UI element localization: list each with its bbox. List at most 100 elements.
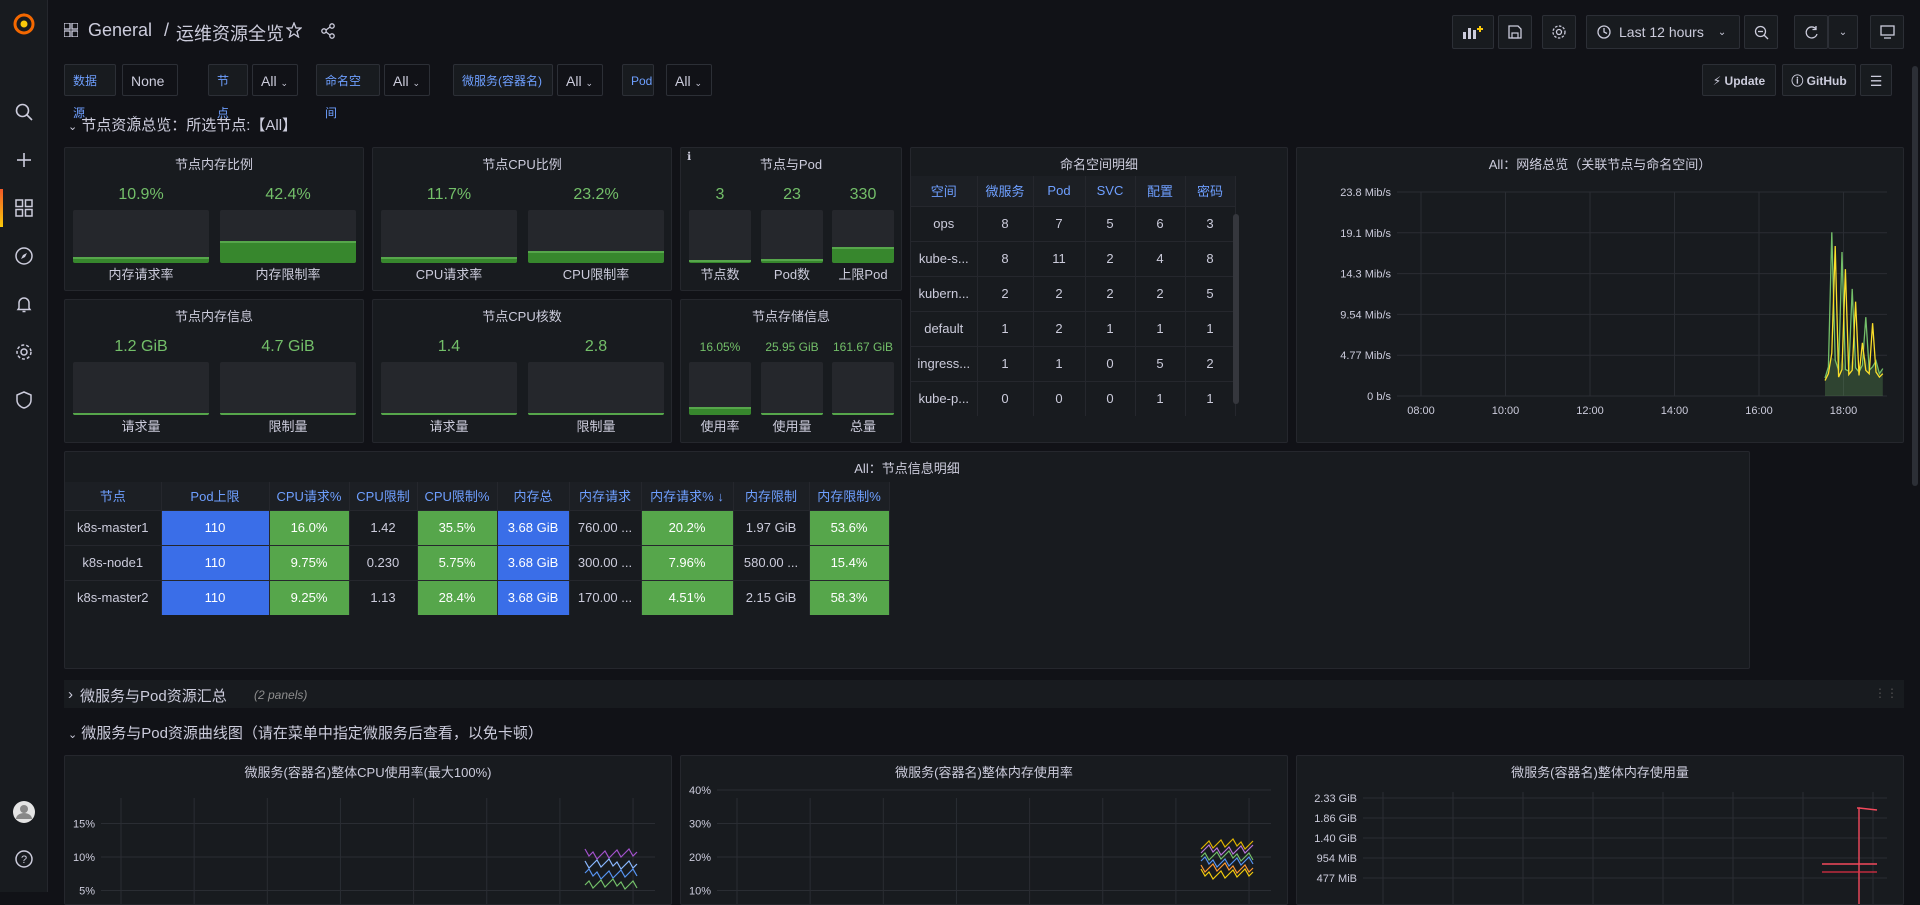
breadcrumb-folder[interactable]: General bbox=[88, 20, 152, 41]
clock-icon bbox=[1597, 25, 1611, 39]
table-scrollbar[interactable] bbox=[1233, 214, 1239, 404]
gauge-fill bbox=[381, 256, 517, 263]
grafana-logo-icon[interactable] bbox=[0, 8, 48, 40]
share-icon[interactable] bbox=[320, 23, 336, 42]
microservice-mem-abs-chart[interactable]: 477 MiB 954 MiB 1.40 GiB 1.86 GiB 2.33 GiB bbox=[1297, 784, 1903, 904]
drag-handle-icon[interactable]: ⋮⋮ bbox=[1874, 686, 1898, 700]
refresh-button[interactable] bbox=[1794, 15, 1828, 49]
table-cell: 8 bbox=[977, 240, 1034, 276]
dashboard-settings-button[interactable] bbox=[1542, 15, 1576, 49]
bar-gauge bbox=[689, 362, 751, 415]
page-scrollbar[interactable] bbox=[1912, 66, 1918, 486]
gauge-value: 10.9% bbox=[118, 186, 164, 203]
table-cell: k8s-master1 bbox=[65, 509, 162, 545]
row-header-microservice-summary[interactable]: › 微服务与Pod资源汇总 (2 panels) ⋮⋮ bbox=[64, 680, 1904, 708]
column-header[interactable]: 内存限制 bbox=[733, 482, 810, 510]
bar-gauge bbox=[761, 210, 823, 263]
explore-compass-icon[interactable] bbox=[0, 240, 48, 272]
table-cell: 8 bbox=[977, 205, 1034, 241]
panel-node-storage-info: 节点存储信息 16.05% 使用率 25.95 GiB 使用量 161.67 G… bbox=[680, 299, 902, 443]
column-header[interactable]: SVC bbox=[1085, 176, 1136, 206]
column-header[interactable]: CPU请求% bbox=[269, 482, 350, 510]
panel-node-and-pod: ℹ 节点与Pod 3 节点数 23 Pod数 330 上限Pod bbox=[680, 147, 902, 291]
shield-icon[interactable] bbox=[0, 384, 48, 416]
user-avatar-icon[interactable] bbox=[0, 796, 48, 828]
column-header[interactable]: 空间 bbox=[911, 176, 978, 206]
table-row: kubern... 2 2 2 2 5 bbox=[911, 275, 1236, 311]
column-header[interactable]: 内存总 bbox=[497, 482, 570, 510]
column-header[interactable]: 内存请求 bbox=[569, 482, 642, 510]
network-chart[interactable]: 0 b/s 4.77 Mib/s 9.54 Mib/s 14.3 Mib/s 19.1 … bbox=[1297, 176, 1903, 442]
var-select-namespace[interactable]: All ⌄ bbox=[384, 64, 430, 96]
column-header[interactable]: 内存请求% ↓ bbox=[641, 482, 734, 510]
column-header[interactable]: 节点 bbox=[65, 482, 162, 510]
tv-mode-button[interactable] bbox=[1870, 15, 1904, 49]
zoom-out-button[interactable] bbox=[1744, 15, 1778, 49]
table-cell: ingress... bbox=[911, 345, 978, 381]
panel-node-detail: All：节点信息明细 节点 Pod上限 CPU请求% CPU限制 CPU限制% 内存总 内存… bbox=[64, 451, 1750, 669]
panel-namespace-detail: 命名空间明细 空间 微服务 Pod SVC 配置 密码 ops 8 7 5 6 3 kube… bbox=[910, 147, 1288, 443]
x-tick-label: 08:00 bbox=[1407, 405, 1435, 417]
chevron-down-icon: ⌄ bbox=[1838, 26, 1848, 38]
gear-icon[interactable] bbox=[0, 336, 48, 368]
sidebar: ? bbox=[0, 0, 48, 892]
gauge-fill bbox=[528, 250, 664, 263]
refresh-interval-dropdown[interactable]: ⌄ bbox=[1828, 15, 1858, 49]
bar-gauge bbox=[381, 210, 517, 263]
dashboards-icon[interactable] bbox=[0, 192, 48, 224]
help-icon[interactable]: ? bbox=[0, 843, 48, 875]
gauge-fill bbox=[832, 412, 894, 415]
row-header-node-overview[interactable]: ⌄ 节点资源总览：所选节点:【All】 bbox=[68, 114, 297, 135]
table-cell: 1 bbox=[1135, 310, 1186, 346]
alerting-bell-icon[interactable] bbox=[0, 288, 48, 320]
column-header[interactable]: 内存限制% bbox=[809, 482, 890, 510]
gauge-label: 限制量 bbox=[576, 419, 616, 434]
column-header[interactable]: 微服务 bbox=[977, 176, 1034, 206]
gauge-value: 23.2% bbox=[573, 186, 619, 203]
search-icon[interactable] bbox=[0, 96, 48, 128]
table-cell: 1.42 bbox=[349, 509, 418, 545]
table-cell: 1 bbox=[1185, 380, 1236, 416]
row-title: 节点资源总览：所选节点:【All】 bbox=[81, 117, 298, 134]
var-select-datasource[interactable]: None ⌄ bbox=[122, 64, 178, 120]
star-icon[interactable] bbox=[285, 21, 303, 41]
column-header[interactable]: 密码 bbox=[1185, 176, 1236, 206]
table-cell: k8s-master2 bbox=[65, 579, 162, 615]
var-select-node[interactable]: All ⌄ bbox=[252, 64, 298, 96]
gauge-label: Pod数 bbox=[773, 267, 811, 282]
row-header-microservice-charts[interactable]: ⌄ 微服务与Pod资源曲线图（请在菜单中指定微服务后查看，以免卡顿） bbox=[68, 722, 543, 743]
time-range-label: Last 12 hours bbox=[1619, 24, 1704, 40]
var-select-microservice[interactable]: All ⌄ bbox=[557, 64, 603, 96]
save-dashboard-button[interactable] bbox=[1498, 15, 1532, 49]
table-header-row: 空间 微服务 Pod SVC 配置 密码 bbox=[911, 176, 1236, 206]
table-cell: 3 bbox=[1185, 205, 1236, 241]
add-panel-button[interactable] bbox=[1452, 15, 1494, 49]
table-cell: 0 bbox=[1085, 345, 1136, 381]
plus-icon[interactable] bbox=[0, 144, 48, 176]
column-header[interactable]: Pod bbox=[1033, 176, 1086, 206]
column-header[interactable]: Pod上限 bbox=[161, 482, 270, 510]
microservice-mem-pct-chart[interactable]: 10%20%30%40% bbox=[681, 784, 1287, 904]
column-header[interactable]: CPU限制% bbox=[417, 482, 498, 510]
column-header[interactable]: CPU限制 bbox=[349, 482, 418, 510]
microservice-cpu-chart[interactable]: 5%10%15% bbox=[65, 784, 671, 904]
menu-icon[interactable]: ☰ bbox=[1860, 64, 1892, 96]
chevron-down-icon: ⌄ bbox=[585, 78, 593, 88]
github-link-button[interactable]: ⓘ GitHub bbox=[1782, 64, 1856, 96]
column-header[interactable]: 配置 bbox=[1135, 176, 1186, 206]
table-cell: default bbox=[911, 310, 978, 346]
panel-node-memory-info: 节点内存信息 1.2 GiB 请求量 4.7 GiB 限制量 bbox=[64, 299, 364, 443]
gauge-label: 总量 bbox=[849, 419, 876, 434]
time-range-picker[interactable]: Last 12 hours ⌄ bbox=[1586, 15, 1740, 49]
table-cell: 9.75% bbox=[269, 544, 350, 580]
chevron-down-icon: ⌄ bbox=[280, 78, 288, 88]
bar-gauge bbox=[761, 362, 823, 415]
var-select-pod[interactable]: All ⌄ bbox=[666, 64, 712, 96]
gauge-fill bbox=[381, 412, 517, 415]
update-link-button[interactable]: ⚡︎ Update bbox=[1702, 64, 1776, 96]
dashboard-title[interactable]: 运维资源全览 bbox=[176, 20, 284, 46]
gauge-label: 上限Pod bbox=[838, 267, 888, 282]
table-cell: 7.96% bbox=[641, 544, 734, 580]
table-cell: 3.68 GiB bbox=[497, 544, 570, 580]
y-tick-label: 15% bbox=[73, 819, 95, 831]
